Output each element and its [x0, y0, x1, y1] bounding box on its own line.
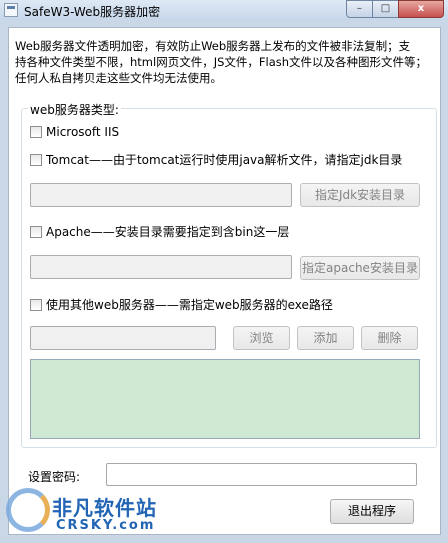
- watermark-logo: 非凡软件站 CRSKY.com: [4, 482, 174, 540]
- close-button[interactable]: x: [398, 0, 444, 18]
- window-title: SafeW3-Web服务器加密: [24, 5, 161, 19]
- description-line-1: Web服务器文件透明加密，有效防止Web服务器上发布的文件被非法复制；支: [15, 39, 411, 53]
- minimize-button[interactable]: –: [346, 0, 373, 18]
- other-server-checkbox[interactable]: [30, 298, 42, 311]
- tomcat-label: Tomcat——由于tomcat运行时使用java解析文件，请指定jdk目录: [46, 153, 403, 167]
- maximize-button[interactable]: □: [372, 0, 399, 18]
- apache-checkbox[interactable]: [30, 225, 42, 238]
- watermark-main-text: 非凡软件站: [52, 496, 157, 520]
- app-icon: [4, 3, 18, 17]
- exe-path-field[interactable]: [30, 326, 216, 350]
- server-list-box[interactable]: [30, 359, 420, 439]
- title-bar: SafeW3-Web服务器加密 – □ x: [0, 0, 448, 20]
- server-type-label: web服务器类型:: [28, 101, 121, 118]
- other-server-option[interactable]: 使用其他web服务器——需指定web服务器的exe路径: [30, 298, 333, 312]
- watermark-circle-icon: [6, 488, 50, 532]
- tomcat-checkbox[interactable]: [30, 153, 42, 166]
- tomcat-option[interactable]: Tomcat——由于tomcat运行时使用java解析文件，请指定jdk目录: [30, 153, 402, 167]
- apache-path-field[interactable]: [30, 255, 292, 279]
- description-line-2: 持各种文件类型不限，html网页文件，JS文件，Flash文件以及各种图形文件等…: [15, 55, 428, 69]
- add-button[interactable]: 添加: [297, 326, 354, 350]
- apache-option[interactable]: Apache——安装目录需要指定到含bin这一层: [30, 225, 289, 239]
- watermark-sub-text: CRSKY.com: [56, 518, 156, 533]
- description-text: Web服务器文件透明加密，有效防止Web服务器上发布的文件被非法复制；支 持各种…: [15, 38, 439, 86]
- jdk-dir-button[interactable]: 指定Jdk安装目录: [300, 183, 420, 207]
- other-server-label: 使用其他web服务器——需指定web服务器的exe路径: [46, 298, 333, 312]
- exit-button[interactable]: 退出程序: [330, 499, 414, 524]
- apache-dir-button[interactable]: 指定apache安装目录: [300, 256, 420, 280]
- main-panel: Web服务器文件透明加密，有效防止Web服务器上发布的文件被非法复制；支 持各种…: [8, 27, 441, 535]
- jdk-path-field[interactable]: [30, 183, 292, 207]
- iis-option[interactable]: Microsoft IIS: [30, 125, 119, 139]
- browse-button[interactable]: 浏览: [233, 326, 290, 350]
- iis-checkbox[interactable]: [30, 125, 42, 138]
- iis-label: Microsoft IIS: [46, 125, 120, 139]
- apache-label: Apache——安装目录需要指定到含bin这一层: [46, 225, 290, 239]
- description-line-3: 任何人私自拷贝走这些文件均无法使用。: [15, 71, 222, 85]
- delete-button[interactable]: 删除: [361, 326, 418, 350]
